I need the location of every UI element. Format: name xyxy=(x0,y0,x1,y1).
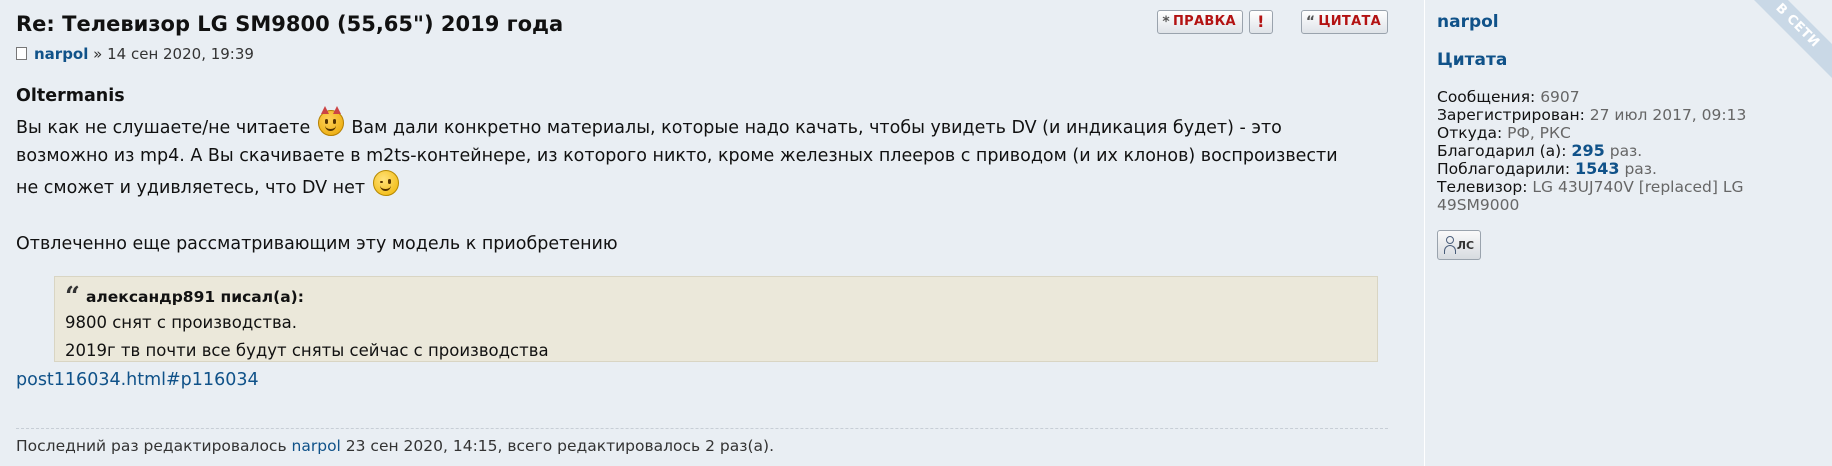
stat-label: Сообщения: xyxy=(1437,88,1536,106)
text-fragment: возможно из mp4. А Вы скачиваете в m2ts-… xyxy=(16,146,1338,166)
stat-label: Благодарил (а): xyxy=(1437,142,1567,160)
edit-note-suffix: 23 сен 2020, 14:15, всего редактировалос… xyxy=(340,437,774,455)
edit-note-prefix: Последний раз редактировалось xyxy=(16,437,292,455)
profile-rank: Цитата xyxy=(1437,50,1508,70)
thanked-count[interactable]: 295 xyxy=(1571,141,1604,160)
person-icon xyxy=(1443,236,1456,254)
stat-label: Откуда: xyxy=(1437,124,1503,142)
stat-value[interactable]: 6907 xyxy=(1540,88,1579,106)
stat-value: 27 июл 2017, 09:13 xyxy=(1589,106,1747,124)
text-fragment: Вы как не слушаете/не читаете xyxy=(16,118,311,138)
quote-button-label: ЦИТАТА xyxy=(1318,14,1381,29)
received-count[interactable]: 1543 xyxy=(1575,159,1620,178)
evil-smiley-icon xyxy=(317,106,344,136)
stat-received-thanks: Поблагодарили: 1543 раз. xyxy=(1437,159,1767,179)
text-fragment: Вам дали конкретно материалы, которые на… xyxy=(351,118,1282,138)
quote-line-1: 9800 снят с производства. xyxy=(65,313,298,332)
post-profile: narpol Цитата Сообщения: 6907 Зарегистри… xyxy=(1424,0,1832,466)
stat-thanked: Благодарил (а): 295 раз. xyxy=(1437,141,1767,161)
stat-tv: Телевизор: LG 43UJ740V [replaced] LG 49S… xyxy=(1437,178,1767,214)
star-icon: * xyxy=(1162,14,1170,30)
post-link[interactable]: post116034.html#p116034 xyxy=(16,370,259,390)
stat-registered: Зарегистрирован: 27 июл 2017, 09:13 xyxy=(1437,106,1767,124)
stat-label: Зарегистрирован: xyxy=(1437,106,1585,124)
stat-value: РФ, РКС xyxy=(1507,124,1571,142)
quote-author: александр891 писал(а): xyxy=(85,288,304,306)
pm-label: ЛС xyxy=(1456,238,1475,252)
quote-mark-icon: “ xyxy=(65,282,80,312)
online-badge: В СЕТИ xyxy=(1739,0,1832,84)
post-buttons: * ПРАВКА ! “ ЦИТАТА xyxy=(1157,10,1388,34)
paragraph-2: Отвлеченно еще рассматривающим эту модел… xyxy=(16,234,618,254)
wink-smiley-icon xyxy=(372,170,399,196)
post-title: Re: Телевизор LG SM9800 (55,65") 2019 го… xyxy=(16,12,564,36)
stat-label: Телевизор: xyxy=(1437,178,1528,196)
report-icon: ! xyxy=(1257,12,1265,31)
private-message-button[interactable]: ЛС xyxy=(1437,230,1481,260)
mouth xyxy=(324,124,336,131)
post-file-icon[interactable] xyxy=(16,47,27,60)
edit-button-label: ПРАВКА xyxy=(1173,14,1236,29)
post-date: 14 сен 2020, 19:39 xyxy=(107,45,254,63)
stat-location: Откуда: РФ, РКС xyxy=(1437,124,1767,142)
addressee: Oltermanis xyxy=(16,86,125,106)
eye xyxy=(379,181,383,183)
edit-note: Последний раз редактировалось narpol 23 … xyxy=(16,428,1388,455)
stat-suffix: раз. xyxy=(1619,160,1657,178)
profile-username[interactable]: narpol xyxy=(1437,12,1499,32)
post-content: Oltermanis Вы как не слушаете/не читаете… xyxy=(16,82,1388,258)
forum-post: Re: Телевизор LG SM9800 (55,65") 2019 го… xyxy=(0,0,1832,466)
report-button[interactable]: ! xyxy=(1248,10,1273,34)
edit-button[interactable]: * ПРАВКА xyxy=(1157,10,1243,34)
post-author-line: narpol » 14 сен 2020, 19:39 xyxy=(16,45,254,63)
profile-stats: Сообщения: 6907 Зарегистрирован: 27 июл … xyxy=(1437,88,1767,214)
quote-cite: “ александр891 писал(а): xyxy=(65,282,1367,312)
edit-note-user-link[interactable]: narpol xyxy=(292,437,341,455)
quote-button[interactable]: “ ЦИТАТА xyxy=(1300,10,1388,34)
stat-label: Поблагодарили: xyxy=(1437,160,1571,178)
quote-mark-icon: “ xyxy=(1305,14,1316,30)
mouth xyxy=(379,184,391,191)
separator: » xyxy=(88,45,108,63)
author-link[interactable]: narpol xyxy=(34,45,88,63)
stat-suffix: раз. xyxy=(1604,142,1643,160)
text-fragment: не сможет и удивляетесь, что DV нет xyxy=(16,178,366,198)
paragraph-1: Вы как не слушаете/не читаете Вам дали к… xyxy=(16,106,1388,202)
stat-posts: Сообщения: 6907 xyxy=(1437,88,1767,106)
quote-block: “ александр891 писал(а): 9800 снят с про… xyxy=(54,276,1378,362)
quote-line-2: 2019г тв почти все будут сняты сейчас с … xyxy=(65,341,549,360)
